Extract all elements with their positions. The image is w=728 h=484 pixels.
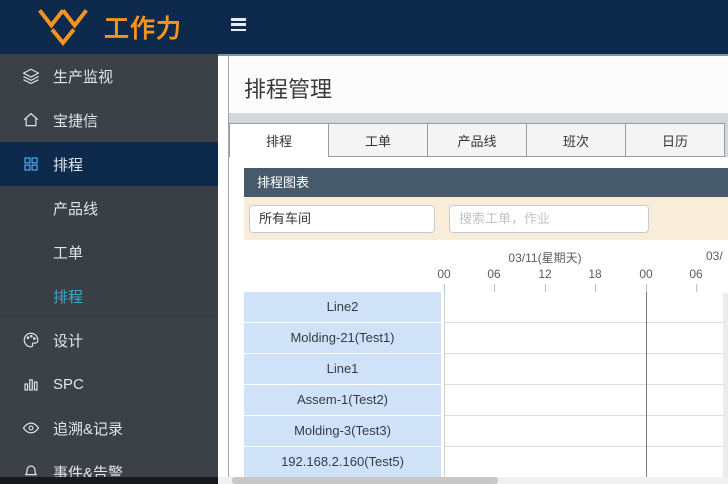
sidebar-item-label: 工单 — [53, 244, 84, 262]
sidebar-subitem-scheduling[interactable]: 排程 — [0, 274, 218, 318]
gantt-row: Line1 — [244, 354, 728, 385]
tick-mark — [646, 284, 647, 292]
sidebar-subitem-work-order[interactable]: 工单 — [0, 230, 218, 274]
sidebar-item-label: 设计 — [53, 332, 84, 350]
tab-scheduling[interactable]: 排程 — [229, 123, 329, 157]
sidebar-item-label: 产品线 — [53, 200, 99, 218]
tab-calendar[interactable]: 日历 — [625, 123, 725, 157]
gantt-rows: Line2 Molding-21(Test1) Line1 Assem-1(Te… — [244, 292, 728, 478]
day-boundary-line — [646, 292, 647, 479]
tick-mark — [696, 284, 697, 292]
logo-vv-icon — [38, 9, 88, 47]
row-track — [444, 354, 728, 385]
tick-label: 06 — [689, 267, 703, 281]
gantt-row: Molding-21(Test1) — [244, 323, 728, 354]
tab-label: 日历 — [661, 133, 688, 149]
tab-label: 班次 — [562, 133, 589, 149]
tick-mark — [494, 284, 495, 292]
search-input[interactable] — [449, 204, 649, 233]
content-box: 排程管理 排程 工单 产品线 班次 日历 排程图表 所有车间 搜索工单，作业 0… — [228, 56, 728, 484]
sidebar: 生产监视 宝捷信 排程 产品线 工单 排程 设计 SPC 追溯&记录 事件&告警 — [0, 54, 218, 484]
axis-date-day2: 03/ — [706, 249, 723, 263]
vertical-scrollbar[interactable] — [723, 293, 728, 479]
bar-chart-icon — [24, 379, 38, 391]
tick-label: 12 — [538, 267, 552, 281]
sidebar-bottom-strip — [0, 477, 218, 484]
tab-label: 产品线 — [457, 133, 497, 149]
gantt-chart: 03/11(星期天) 03/ 00 06 12 18 00 06 Line2 M… — [244, 240, 728, 484]
row-track — [444, 385, 728, 416]
sidebar-item-label: 排程 — [53, 156, 84, 174]
tick-label: 00 — [639, 267, 653, 281]
sidebar-subitem-product-line[interactable]: 产品线 — [0, 186, 218, 230]
sidebar-item-trace-records[interactable]: 追溯&记录 — [0, 406, 218, 450]
sidebar-item-label: SPC — [53, 375, 84, 393]
workshop-select[interactable]: 所有车间 — [249, 204, 435, 233]
layers-icon — [22, 68, 40, 85]
row-track — [444, 323, 728, 354]
hamburger-menu-icon[interactable] — [231, 18, 247, 34]
horizontal-scrollbar-thumb[interactable] — [232, 477, 498, 484]
tab-bar: 排程 工单 产品线 班次 日历 — [229, 113, 728, 157]
sidebar-item-label: 生产监视 — [53, 68, 114, 86]
gantt-row: 192.168.2.160(Test5) — [244, 447, 728, 478]
page-header: 排程管理 — [229, 56, 728, 113]
sidebar-item-scheduling[interactable]: 排程 — [0, 142, 218, 186]
tick-mark — [444, 284, 445, 292]
horizontal-scrollbar[interactable] — [218, 477, 728, 484]
eye-icon — [22, 422, 40, 434]
grid-icon — [24, 157, 38, 171]
row-label-molding21[interactable]: Molding-21(Test1) — [244, 323, 441, 354]
sidebar-item-label: 排程 — [53, 288, 84, 306]
chart-left-border — [444, 292, 445, 479]
row-label-molding3[interactable]: Molding-3(Test3) — [244, 416, 441, 447]
tick-label: 18 — [588, 267, 602, 281]
tab-label: 工单 — [364, 133, 391, 149]
main-content: 排程管理 排程 工单 产品线 班次 日历 排程图表 所有车间 搜索工单，作业 0… — [218, 54, 728, 484]
app-logo: 工作力 — [34, 7, 182, 47]
axis-date-day1: 03/11(星期天) — [508, 251, 582, 265]
gantt-panel: 排程图表 所有车间 03/11(星期天) 03/ 00 06 12 18 00 … — [244, 168, 728, 484]
gantt-row: Line2 — [244, 292, 728, 323]
row-label-line1[interactable]: Line1 — [244, 354, 441, 385]
panel-header: 排程图表 — [244, 168, 728, 197]
logo-text: 工作力 — [104, 15, 183, 43]
sidebar-item-label: 宝捷信 — [53, 112, 99, 130]
tick-mark — [595, 284, 596, 292]
tick-label: 00 — [437, 267, 451, 281]
tab-product-line[interactable]: 产品线 — [427, 123, 527, 157]
tab-work-order[interactable]: 工单 — [328, 123, 428, 157]
tick-mark — [545, 284, 546, 292]
row-label-192-168-2-160[interactable]: 192.168.2.160(Test5) — [244, 447, 441, 478]
row-label-line2[interactable]: Line2 — [244, 292, 441, 323]
gantt-row: Assem-1(Test2) — [244, 385, 728, 416]
sidebar-item-baojiexin[interactable]: 宝捷信 — [0, 98, 218, 142]
filter-row: 所有车间 — [244, 197, 728, 240]
gantt-row: Molding-3(Test3) — [244, 416, 728, 447]
page-title: 排程管理 — [244, 77, 333, 102]
sidebar-item-spc[interactable]: SPC — [0, 362, 218, 406]
tick-label: 06 — [487, 267, 501, 281]
home-icon — [23, 113, 39, 127]
row-track — [444, 416, 728, 447]
row-track — [444, 447, 728, 478]
row-label-assem1[interactable]: Assem-1(Test2) — [244, 385, 441, 416]
sidebar-item-label: 追溯&记录 — [53, 420, 124, 438]
tab-label: 排程 — [265, 134, 292, 149]
palette-icon — [23, 332, 39, 348]
sidebar-item-design[interactable]: 设计 — [0, 318, 218, 362]
top-bar: 工作力 — [0, 0, 728, 54]
sidebar-item-production-monitor[interactable]: 生产监视 — [0, 54, 218, 98]
row-track — [444, 292, 728, 323]
tab-shift[interactable]: 班次 — [526, 123, 626, 157]
